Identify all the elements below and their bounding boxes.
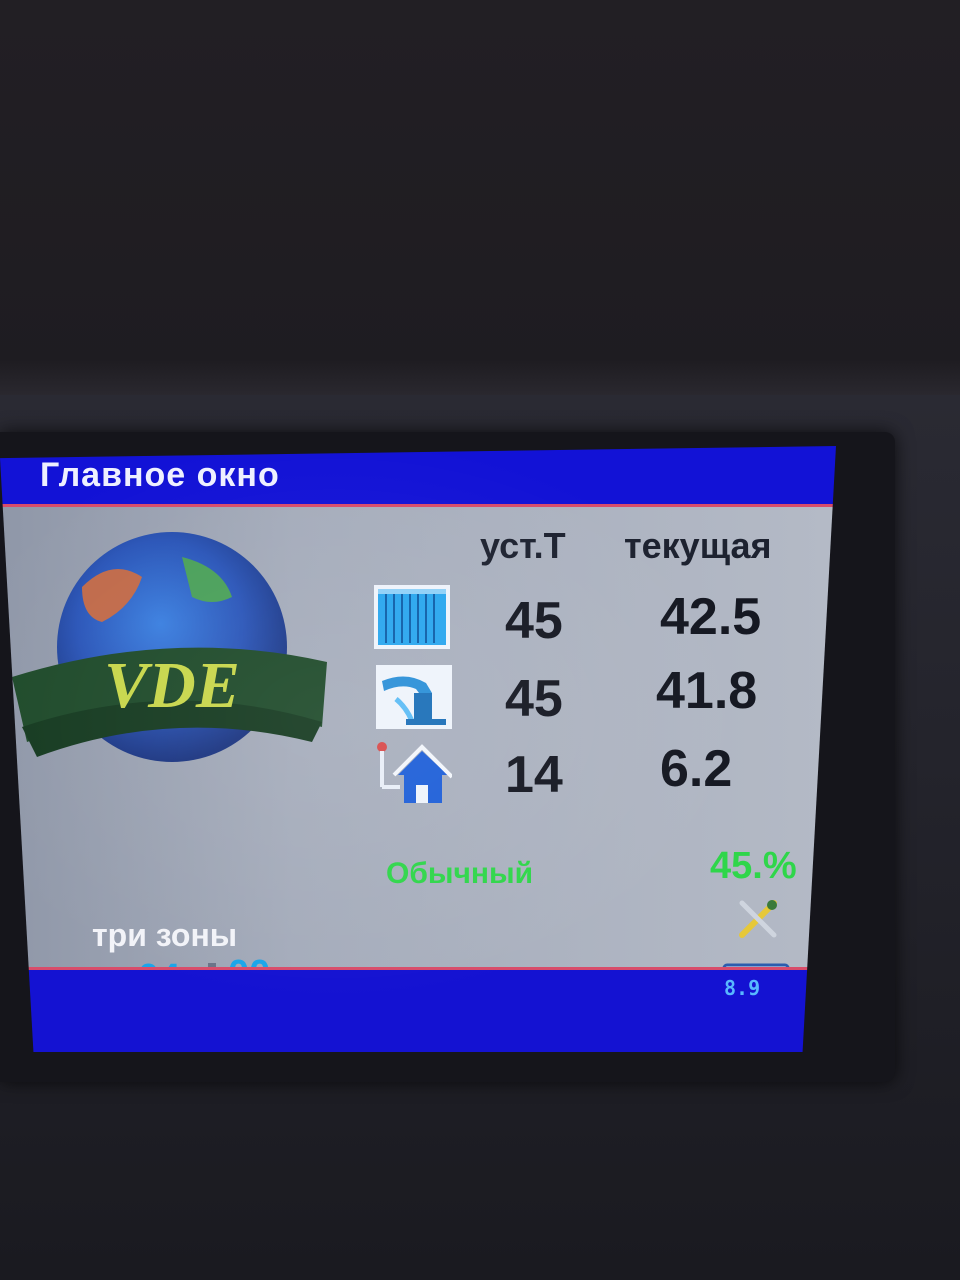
- controller-screen: Главное окно VDE уст.Т текущая 45 42.5 4…: [0, 446, 836, 1052]
- tools-icon[interactable]: [736, 897, 780, 941]
- footer-bar: 8.9: [0, 967, 836, 1052]
- row1-current-value: 42.5: [660, 588, 762, 646]
- row3-set-value: 14: [505, 746, 563, 804]
- row2-set-value: 45: [505, 670, 563, 728]
- zones-label: три зоны: [92, 917, 238, 953]
- photo-scene: Главное окно VDE уст.Т текущая 45 42.5 4…: [0, 0, 960, 1280]
- row1-set-value: 45: [505, 592, 563, 650]
- percent-readout: 45.%: [710, 845, 797, 887]
- header-set-temp: уст.Т: [480, 525, 566, 566]
- house-icon[interactable]: [376, 741, 452, 805]
- row3-current-value: 6.2: [660, 740, 733, 798]
- logo-text: VDE: [104, 649, 240, 722]
- window-title: Главное окно: [40, 456, 280, 494]
- wall-shadow: [0, 360, 960, 400]
- vde-logo: VDE: [12, 527, 332, 767]
- tap-icon[interactable]: [376, 665, 452, 729]
- version-label: 8.9: [724, 976, 761, 1000]
- mode-label[interactable]: Обычный: [386, 857, 533, 891]
- main-content: VDE уст.Т текущая 45 42.5 45 41.8 14 6.2…: [0, 507, 836, 967]
- header-current-temp: текущая: [624, 525, 772, 566]
- radiator-icon[interactable]: [374, 585, 450, 649]
- row2-current-value: 41.8: [656, 662, 758, 720]
